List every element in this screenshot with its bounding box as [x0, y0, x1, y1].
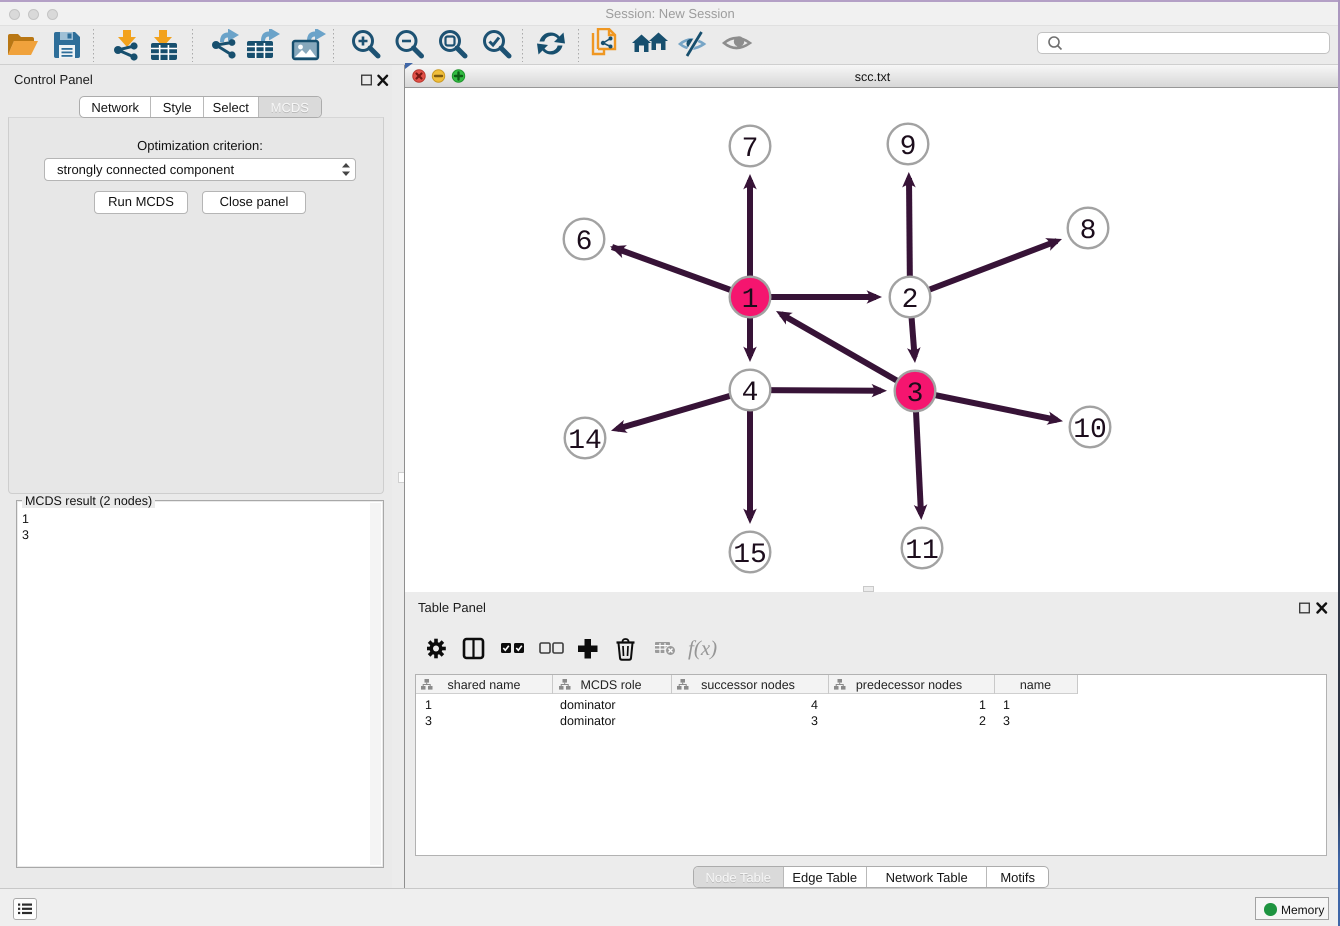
svg-text:10: 10: [1073, 415, 1107, 446]
svg-text:4: 4: [742, 378, 759, 409]
svg-text:8: 8: [1080, 216, 1097, 247]
svg-text:15: 15: [733, 540, 767, 571]
svg-text:f(x): f(x): [688, 636, 717, 660]
svg-text:14: 14: [568, 426, 602, 457]
svg-text:7: 7: [742, 134, 759, 165]
svg-text:9: 9: [900, 132, 917, 163]
svg-text:11: 11: [905, 536, 939, 567]
svg-text:1: 1: [742, 285, 759, 316]
svg-text:6: 6: [576, 227, 593, 258]
svg-text:2: 2: [902, 285, 919, 316]
svg-text:3: 3: [907, 379, 924, 410]
